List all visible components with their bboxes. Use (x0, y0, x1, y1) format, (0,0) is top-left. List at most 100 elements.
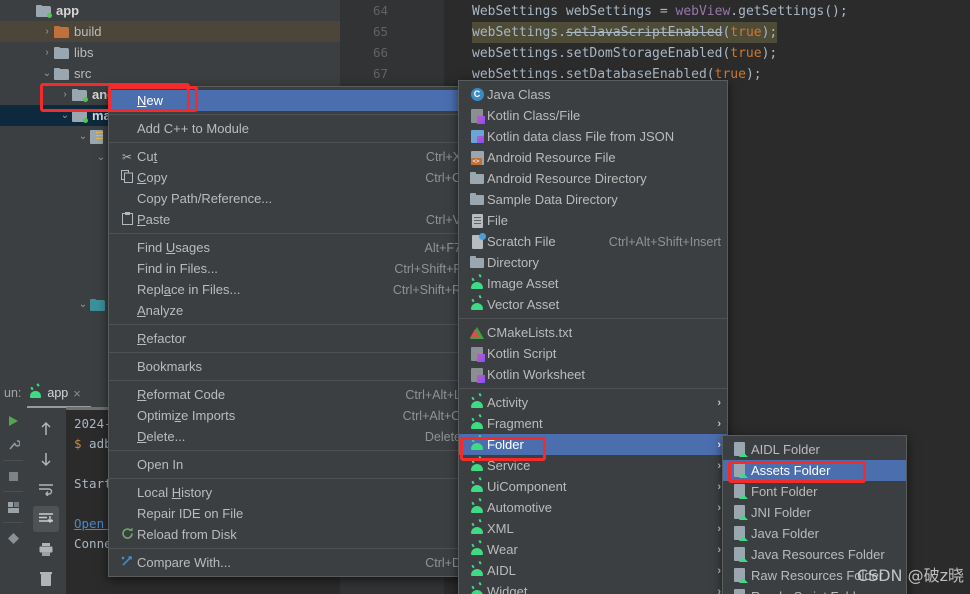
scroll-down-button[interactable] (33, 446, 59, 472)
menu-item[interactable]: Android Resource Directory (459, 168, 727, 189)
menu-item[interactable]: ✂ Cut Ctrl+X (109, 146, 467, 167)
code-line: WebSettings webSettings = webView.getSet… (472, 1, 970, 22)
menu-item[interactable]: Paste Ctrl+V (109, 209, 467, 230)
chevron-down-icon[interactable]: ⌄ (76, 294, 90, 315)
tree-row[interactable]: app (0, 0, 340, 21)
menu-item[interactable]: Reload from Disk (109, 524, 467, 545)
menu-item-label: Find in Files... (137, 261, 218, 276)
chevron-right-icon: › (717, 459, 721, 472)
menu-item-label: Reformat Code (137, 387, 226, 402)
context-menu[interactable]: New› Add C++ to Module ✂ Cut Ctrl+X Copy Ctrl+… (108, 86, 468, 577)
menu-item[interactable]: Find in Files... Ctrl+Shift+F (109, 258, 467, 279)
menu-item[interactable]: Android Resource File (459, 147, 727, 168)
menu-item[interactable]: Java Folder (723, 523, 906, 544)
menu-item[interactable]: File (459, 210, 727, 231)
menu-item-shortcut: Ctrl+V (425, 212, 461, 227)
line-number: 66 (372, 45, 388, 60)
menu-item[interactable]: RenderScript Folder (723, 586, 906, 594)
chevron-down-icon[interactable]: ⌄ (58, 105, 72, 126)
stop-button[interactable] (3, 465, 23, 487)
menu-item-label: Local History (137, 485, 213, 500)
chevron-down-icon[interactable]: ⌄ (40, 63, 54, 84)
chevron-right-icon[interactable]: › (40, 42, 54, 63)
layout-inspector-button[interactable] (3, 496, 23, 518)
menu-item[interactable]: Optimize Imports Ctrl+Alt+O (109, 405, 467, 426)
menu-item[interactable]: AIDL › (459, 560, 727, 581)
menu-item[interactable]: Copy Ctrl+C (109, 167, 467, 188)
console-toolbar[interactable] (27, 410, 65, 594)
menu-item[interactable]: Activity › (459, 392, 727, 413)
tree-row[interactable]: › libs (0, 42, 340, 63)
menu-item[interactable]: Reformat Code Ctrl+Alt+L (109, 384, 467, 405)
debug-button[interactable] (3, 434, 23, 456)
compare-icon (121, 555, 134, 571)
folder-icon (469, 171, 485, 185)
menu-item-label: Widget (487, 584, 528, 594)
divider (3, 460, 23, 461)
menu-item[interactable]: Fragment › (459, 413, 727, 434)
menu-item[interactable]: Wear › (459, 539, 727, 560)
menu-item[interactable]: Bookmarks› (109, 356, 467, 377)
run-button[interactable] (3, 410, 23, 432)
menu-item-label: Service (487, 458, 531, 473)
menu-item[interactable]: Kotlin Worksheet (459, 364, 727, 385)
chevron-right-icon[interactable]: › (58, 84, 72, 105)
menu-item-label: Analyze (137, 303, 184, 318)
menu-item[interactable]: Image Asset (459, 273, 727, 294)
menu-item-label: Android Resource Directory (487, 171, 647, 186)
soft-wrap-button[interactable] (33, 476, 59, 502)
menu-item-label: AIDL (487, 563, 516, 578)
ide-window: 64 65 66 67 WebSettings webSettings = we… (0, 0, 970, 594)
menu-item[interactable]: Folder › (459, 434, 727, 455)
menu-item[interactable]: Compare With... Ctrl+D (109, 552, 467, 573)
chevron-down-icon[interactable]: ⌄ (76, 126, 90, 147)
run-side-toolstrip[interactable] (0, 406, 26, 594)
menu-item[interactable]: Delete... Delete (109, 426, 467, 447)
menu-item[interactable]: Analyze› (109, 300, 467, 321)
chevron-down-icon[interactable]: ⌄ (94, 147, 108, 168)
menu-item-icon-slot (467, 566, 487, 576)
menu-item[interactable]: Copy Path/Reference... (109, 188, 467, 209)
menu-item[interactable]: Repair IDE on File (109, 503, 467, 524)
menu-item[interactable]: Sample Data Directory (459, 189, 727, 210)
menu-item[interactable]: Local History› (109, 482, 467, 503)
tree-row[interactable]: ⌄ src (0, 63, 340, 84)
menu-item-label: Delete... (137, 429, 186, 444)
menu-item[interactable]: UiComponent › (459, 476, 727, 497)
run-tab-app[interactable]: app × (27, 386, 91, 408)
print-button[interactable] (33, 536, 59, 562)
clear-all-button[interactable] (33, 566, 59, 592)
menu-item[interactable]: Service › (459, 455, 727, 476)
menu-item[interactable]: Kotlin Script (459, 343, 727, 364)
menu-item[interactable]: XML › (459, 518, 727, 539)
menu-item[interactable]: Vector Asset (459, 294, 727, 315)
menu-item[interactable]: New› (109, 90, 467, 111)
menu-item-icon-slot (467, 461, 487, 471)
menu-item[interactable]: Replace in Files... Ctrl+Shift+R (109, 279, 467, 300)
menu-item[interactable]: Find Usages Alt+F7 (109, 237, 467, 258)
close-icon[interactable]: × (73, 386, 81, 401)
menu-item[interactable]: Widget › (459, 581, 727, 594)
menu-item[interactable]: Assets Folder (723, 460, 906, 481)
menu-item-icon-slot (467, 367, 487, 383)
new-submenu[interactable]: C Java Class Kotlin Class/File Kotlin data … (458, 80, 728, 594)
menu-item[interactable]: Directory (459, 252, 727, 273)
menu-item[interactable]: CMakeLists.txt (459, 322, 727, 343)
scroll-to-end-button[interactable] (33, 506, 59, 532)
menu-item[interactable]: Font Folder (723, 481, 906, 502)
menu-item-icon-slot (467, 587, 487, 594)
menu-item[interactable]: Open In› (109, 454, 467, 475)
chevron-right-icon[interactable]: › (40, 21, 54, 42)
menu-item[interactable]: Scratch File Ctrl+Alt+Shift+Insert (459, 231, 727, 252)
menu-item[interactable]: JNI Folder (723, 502, 906, 523)
tree-row[interactable]: › build (0, 21, 340, 42)
menu-item[interactable]: Add C++ to Module (109, 118, 467, 139)
menu-item[interactable]: C Java Class (459, 84, 727, 105)
profiler-button[interactable] (3, 527, 23, 549)
menu-item[interactable]: Refactor› (109, 328, 467, 349)
menu-item[interactable]: Automotive › (459, 497, 727, 518)
menu-item[interactable]: Kotlin data class File from JSON (459, 126, 727, 147)
scroll-up-button[interactable] (33, 416, 59, 442)
menu-item[interactable]: Kotlin Class/File (459, 105, 727, 126)
menu-item[interactable]: AIDL Folder (723, 439, 906, 460)
